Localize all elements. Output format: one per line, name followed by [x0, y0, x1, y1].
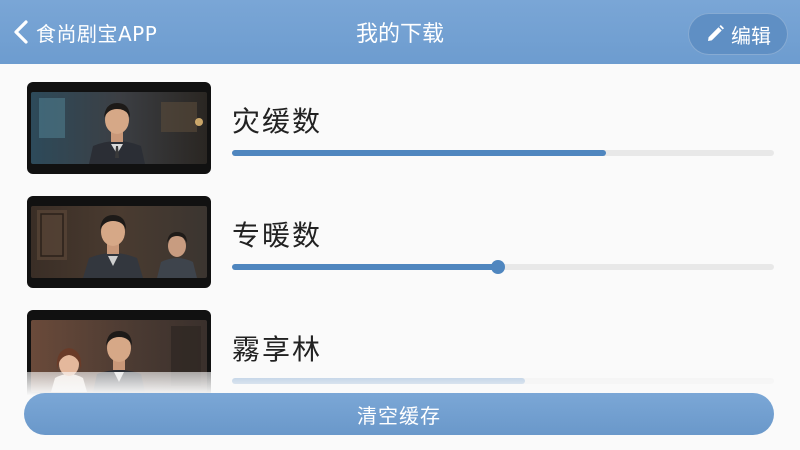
pencil-icon	[708, 25, 724, 41]
progress-knob[interactable]	[490, 260, 505, 274]
download-item[interactable]: 灾缓数	[0, 64, 800, 176]
top-bar: 食尚剧宝APP 我的下载 编辑	[0, 0, 800, 64]
edit-label: 编辑	[731, 23, 771, 48]
downloads-screen: 食尚剧宝APP 我的下载 编辑 灾缓数 专暖数 霧享林 清空缓存	[0, 0, 800, 450]
thumbnail-image	[31, 206, 207, 278]
video-title: 霧享林	[232, 333, 323, 366]
download-progress-bar[interactable]	[232, 260, 774, 274]
back-button[interactable]: 食尚剧宝APP	[10, 14, 157, 50]
video-title: 灾缓数	[232, 105, 323, 138]
video-thumbnail[interactable]	[27, 196, 211, 288]
clear-cache-button[interactable]: 清空缓存	[24, 393, 774, 435]
download-item[interactable]: 专暖数	[0, 178, 800, 290]
edit-button[interactable]: 编辑	[688, 13, 788, 55]
thumbnail-image	[31, 92, 207, 164]
video-title: 专暖数	[232, 219, 323, 252]
app-name: 食尚剧宝APP	[36, 21, 158, 46]
chevron-left-icon	[14, 20, 28, 44]
download-progress-bar	[232, 150, 774, 156]
video-thumbnail[interactable]	[27, 82, 211, 174]
progress-fill	[232, 150, 606, 156]
progress-fill	[232, 264, 498, 270]
